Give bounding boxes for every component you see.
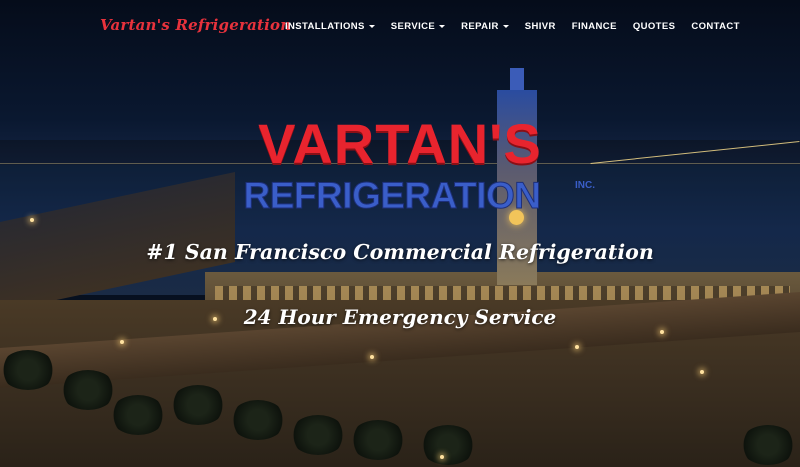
palm-tree (290, 415, 346, 455)
hero-background-image (0, 0, 800, 467)
menu-item-service[interactable]: SERVICE (390, 21, 446, 32)
menu-item-repair[interactable]: REPAIR (461, 21, 509, 32)
street-light (120, 340, 124, 344)
pier-light (30, 218, 34, 222)
street-light (660, 330, 664, 334)
street-light (575, 345, 579, 349)
menu-item-label: REPAIR (461, 21, 499, 32)
hero-tagline: #1 San Francisco Commercial Refrigeratio… (146, 240, 654, 264)
menu-item-installations[interactable]: INSTALLATIONS (285, 21, 375, 32)
palm-tree (110, 395, 166, 435)
menu-item-contact[interactable]: CONTACT (691, 21, 740, 32)
palm-tree (740, 425, 796, 465)
site-header: Vartan's Refrigeration INSTALLATIONS SER… (0, 0, 800, 56)
street-light (700, 370, 704, 374)
street-light (440, 455, 444, 459)
menu-item-label: SERVICE (390, 21, 436, 32)
palm-tree (350, 420, 406, 460)
palm-tree (230, 400, 286, 440)
menu-item-label: SHIVR (524, 21, 556, 32)
menu-item-label: INSTALLATIONS (285, 21, 365, 32)
street-light (370, 355, 374, 359)
palm-tree (0, 350, 56, 390)
palm-tree (420, 425, 476, 465)
hero-emergency-service: 24 Hour Emergency Service (243, 305, 557, 329)
brand-logo-link[interactable]: Vartan's Refrigeration (100, 16, 291, 34)
hero-logo-vartans: VARTAN'S (258, 112, 542, 175)
main-menu: INSTALLATIONS SERVICE REPAIR SHIVR FINAN… (285, 21, 756, 32)
menu-item-label: CONTACT (691, 21, 740, 32)
menu-item-label: FINANCE (571, 21, 617, 32)
hero-logo-inc: INC. (575, 180, 595, 191)
chevron-down-icon (502, 25, 509, 28)
menu-item-finance[interactable]: FINANCE (572, 21, 617, 32)
menu-item-shivr[interactable]: SHIVR (525, 21, 556, 32)
palm-tree (170, 385, 226, 425)
hero-logo-refrigeration: REFRIGERATION (243, 175, 542, 216)
chevron-down-icon (439, 25, 446, 28)
menu-item-quotes[interactable]: QUOTES (633, 21, 676, 32)
chevron-down-icon (368, 25, 375, 28)
menu-item-label: QUOTES (632, 21, 676, 32)
palm-tree (60, 370, 116, 410)
